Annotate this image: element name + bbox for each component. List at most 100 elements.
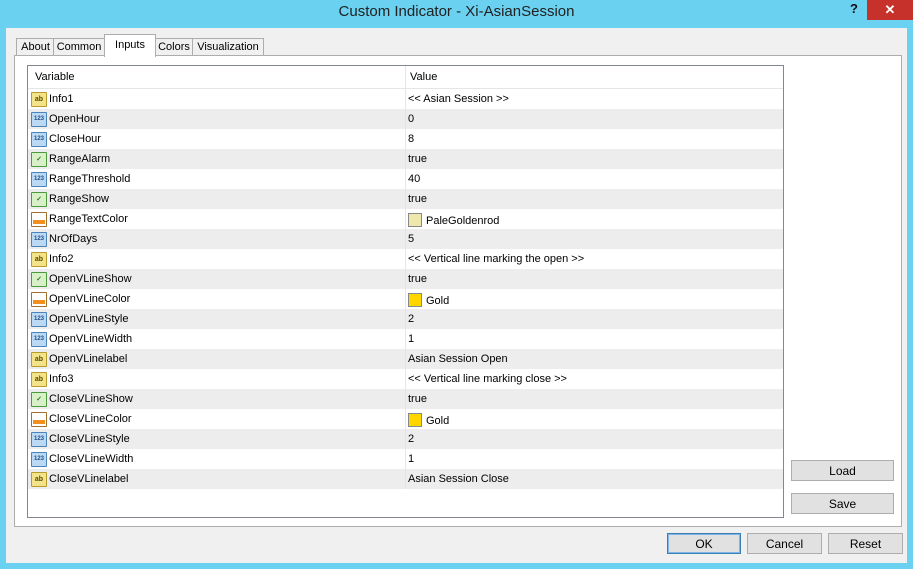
cell-divider xyxy=(405,449,406,469)
parameter-value[interactable]: Asian Session Close xyxy=(408,473,509,485)
parameter-value[interactable]: true xyxy=(408,393,427,405)
int-type-icon: 123 xyxy=(31,232,47,247)
cell-divider xyxy=(405,429,406,449)
cell-divider xyxy=(405,109,406,129)
parameter-value-text: Gold xyxy=(426,295,450,307)
parameter-row-closevlinestyle[interactable]: 123 CloseVLineStyle 2 xyxy=(28,429,783,449)
parameter-row-openvlinelabel[interactable]: ab OpenVLinelabel Asian Session Open xyxy=(28,349,783,369)
parameter-row-openhour[interactable]: 123 OpenHour 0 xyxy=(28,109,783,129)
parameter-name: OpenVLinelabel xyxy=(49,353,128,365)
color-swatch xyxy=(408,213,422,227)
window-title: Custom Indicator - Xi-AsianSession xyxy=(338,3,575,20)
tab-inputs[interactable]: Inputs xyxy=(104,34,156,57)
parameter-row-closehour[interactable]: 123 CloseHour 8 xyxy=(28,129,783,149)
int-type-icon: 123 xyxy=(31,312,47,327)
parameter-value-text: << Vertical line marking close >> xyxy=(408,373,567,385)
parameter-row-rangethreshold[interactable]: 123 RangeThreshold 40 xyxy=(28,169,783,189)
tab-about[interactable]: About xyxy=(16,38,55,56)
parameter-row-rangealarm[interactable]: ✓ RangeAlarm true xyxy=(28,149,783,169)
dialog-window: Custom Indicator - Xi-AsianSession ? ✕ A… xyxy=(0,0,913,569)
int-type-icon: 123 xyxy=(31,112,47,127)
parameter-row-nrofdays[interactable]: 123 NrOfDays 5 xyxy=(28,229,783,249)
grid-header: Variable Value xyxy=(28,66,783,89)
cell-divider xyxy=(405,409,406,429)
parameter-name: CloseVLineWidth xyxy=(49,453,134,465)
int-type-icon: 123 xyxy=(31,332,47,347)
parameter-name: CloseVLineShow xyxy=(49,393,133,405)
parameter-row-info1[interactable]: ab Info1 << Asian Session >> xyxy=(28,89,783,109)
column-header-value[interactable]: Value xyxy=(410,71,437,83)
tab-visualization[interactable]: Visualization xyxy=(192,38,264,56)
int-type-icon: 123 xyxy=(31,432,47,447)
parameter-row-info3[interactable]: ab Info3 << Vertical line marking close >> xyxy=(28,369,783,389)
inputs-grid: Variable Value ab Info1 << Asian Session >… xyxy=(27,65,784,518)
parameter-name: OpenVLineShow xyxy=(49,273,132,285)
column-separator[interactable] xyxy=(405,66,406,88)
parameter-row-closevlinecolor[interactable]: CloseVLineColor Gold xyxy=(28,409,783,429)
cell-divider xyxy=(405,149,406,169)
dialog-body: About Common Inputs Colors Visualization… xyxy=(6,28,907,563)
inputs-panel: Variable Value ab Info1 << Asian Session >… xyxy=(14,55,902,527)
parameter-name: OpenVLineColor xyxy=(49,293,131,305)
parameter-value[interactable]: 5 xyxy=(408,233,414,245)
tab-common[interactable]: Common xyxy=(53,38,105,56)
parameter-value[interactable]: 2 xyxy=(408,433,414,445)
close-button[interactable]: ✕ xyxy=(867,0,913,20)
parameter-row-openvlinecolor[interactable]: OpenVLineColor Gold xyxy=(28,289,783,309)
parameter-value[interactable]: << Vertical line marking the open >> xyxy=(408,253,584,265)
string-type-icon: ab xyxy=(31,352,47,367)
parameter-value[interactable]: << Asian Session >> xyxy=(408,93,509,105)
parameter-value[interactable]: 0 xyxy=(408,113,414,125)
parameter-name: OpenVLineStyle xyxy=(49,313,129,325)
load-button[interactable]: Load xyxy=(791,460,894,481)
parameter-value[interactable]: 40 xyxy=(408,173,420,185)
cancel-button[interactable]: Cancel xyxy=(747,533,822,554)
parameter-value[interactable]: Asian Session Open xyxy=(408,353,508,365)
parameter-value-text: 2 xyxy=(408,313,415,325)
parameter-value-text: << Asian Session >> xyxy=(408,93,509,105)
parameter-row-rangeshow[interactable]: ✓ RangeShow true xyxy=(28,189,783,209)
parameter-row-info2[interactable]: ab Info2 << Vertical line marking the open… xyxy=(28,249,783,269)
parameter-row-openvlineshow[interactable]: ✓ OpenVLineShow true xyxy=(28,269,783,289)
save-button[interactable]: Save xyxy=(791,493,894,514)
parameter-value[interactable]: << Vertical line marking close >> xyxy=(408,373,567,385)
parameter-row-openvlinestyle[interactable]: 123 OpenVLineStyle 2 xyxy=(28,309,783,329)
parameter-name: OpenHour xyxy=(49,113,100,125)
parameter-row-closevlinewidth[interactable]: 123 CloseVLineWidth 1 xyxy=(28,449,783,469)
parameter-row-closevlinelabel[interactable]: ab CloseVLinelabel Asian Session Close xyxy=(28,469,783,489)
parameter-value[interactable]: true xyxy=(408,273,427,285)
parameter-value[interactable]: Gold xyxy=(408,293,449,307)
parameter-value[interactable]: PaleGoldenrod xyxy=(408,213,499,227)
int-type-icon: 123 xyxy=(31,172,47,187)
cell-divider xyxy=(405,269,406,289)
parameter-value-text: 5 xyxy=(408,233,415,245)
parameter-value-text: true xyxy=(408,273,427,285)
parameter-value[interactable]: true xyxy=(408,153,427,165)
parameter-value[interactable]: 2 xyxy=(408,313,414,325)
help-button[interactable]: ? xyxy=(842,0,866,20)
parameter-value[interactable]: 1 xyxy=(408,333,414,345)
cell-divider xyxy=(405,129,406,149)
ok-button[interactable]: OK xyxy=(667,533,741,554)
title-bar[interactable]: Custom Indicator - Xi-AsianSession ? ✕ xyxy=(0,0,913,28)
int-type-icon: 123 xyxy=(31,452,47,467)
column-header-variable[interactable]: Variable xyxy=(35,71,75,83)
cell-divider xyxy=(405,389,406,409)
parameter-value[interactable]: Gold xyxy=(408,413,449,427)
parameter-value[interactable]: true xyxy=(408,193,427,205)
parameter-value-text: 40 xyxy=(408,173,421,185)
parameter-value-text: << Vertical line marking the open >> xyxy=(408,253,585,265)
color-swatch xyxy=(408,413,422,427)
parameter-row-rangetextcolor[interactable]: RangeTextColor PaleGoldenrod xyxy=(28,209,783,229)
parameter-value-text: 1 xyxy=(408,453,415,465)
parameter-value[interactable]: 1 xyxy=(408,453,414,465)
parameter-value-text: PaleGoldenrod xyxy=(426,215,500,227)
parameter-value[interactable]: 8 xyxy=(408,133,414,145)
tab-colors[interactable]: Colors xyxy=(154,38,194,56)
int-type-icon: 123 xyxy=(31,132,47,147)
cell-divider xyxy=(405,369,406,389)
reset-button[interactable]: Reset xyxy=(828,533,903,554)
parameter-row-closevlineshow[interactable]: ✓ CloseVLineShow true xyxy=(28,389,783,409)
parameter-row-openvlinewidth[interactable]: 123 OpenVLineWidth 1 xyxy=(28,329,783,349)
color-type-icon xyxy=(31,412,47,427)
